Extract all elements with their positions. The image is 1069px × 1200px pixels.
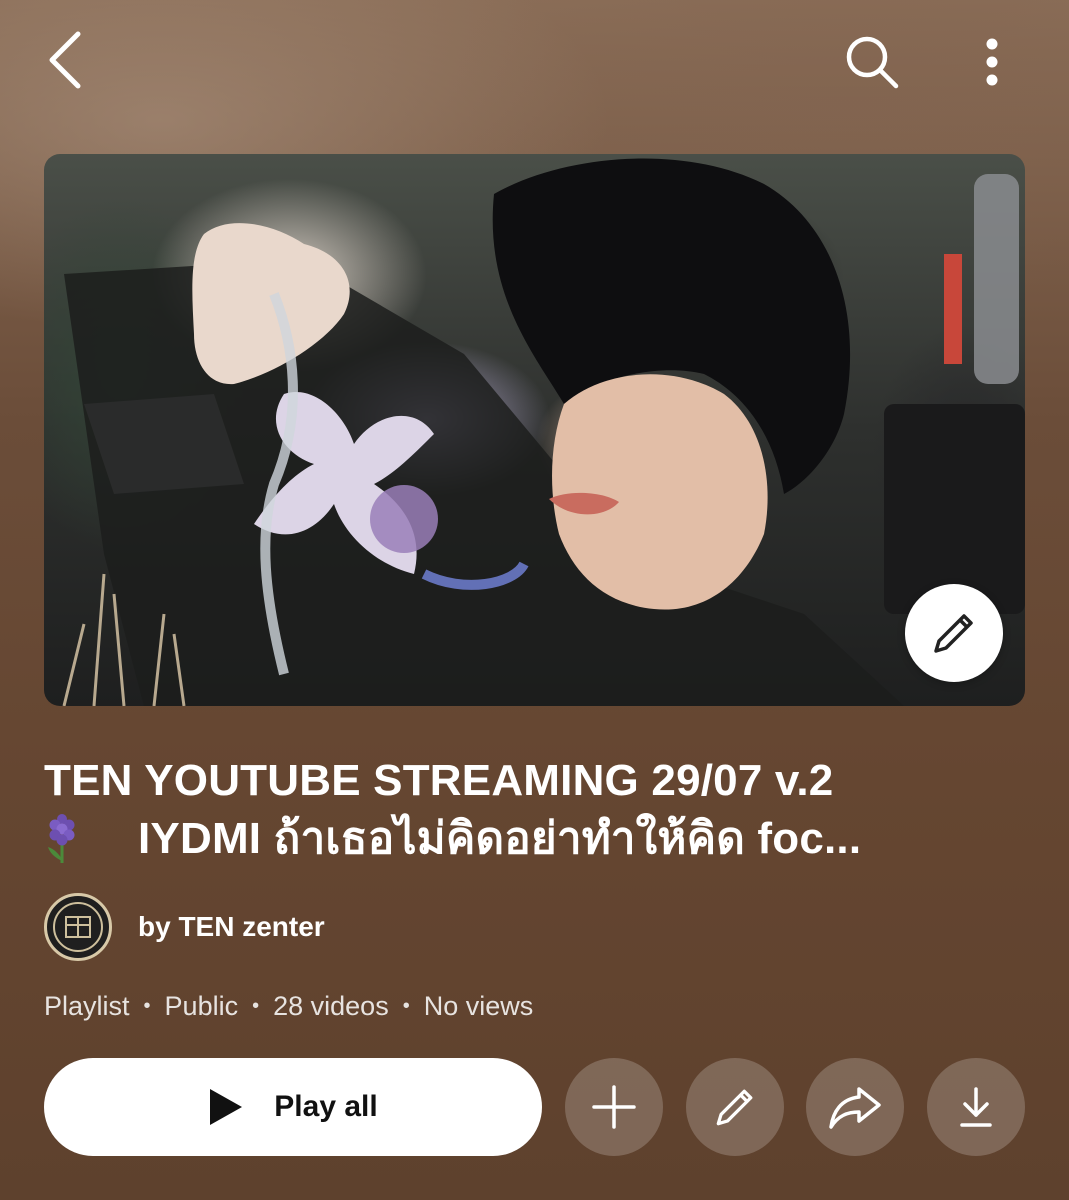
meta-views: No views xyxy=(423,990,534,1021)
meta-separator: • xyxy=(402,994,410,1017)
play-all-label: Play all xyxy=(274,1090,378,1123)
plus-icon xyxy=(592,1085,636,1129)
playlist-thumbnail[interactable] xyxy=(44,154,1025,706)
meta-separator: • xyxy=(252,994,260,1017)
edit-playlist-button[interactable] xyxy=(686,1058,784,1156)
meta-visibility: Public xyxy=(164,990,239,1021)
play-all-button[interactable]: Play all xyxy=(44,1058,542,1156)
more-vertical-icon xyxy=(986,38,998,86)
playlist-meta: Playlist • Public • 28 videos • No views xyxy=(44,986,533,1026)
back-button[interactable] xyxy=(36,24,96,96)
meta-video-count: 28 videos xyxy=(273,990,389,1021)
more-options-button[interactable] xyxy=(962,28,1022,96)
edit-thumbnail-button[interactable] xyxy=(905,584,1003,682)
pencil-icon xyxy=(934,614,973,653)
hyacinth-icon xyxy=(48,814,75,863)
download-icon xyxy=(960,1087,992,1127)
playlist-title: TEN YOUTUBE STREAMING 29/07 v.2 IYDMI ถ้… xyxy=(44,752,1025,868)
add-to-library-button[interactable] xyxy=(565,1058,663,1156)
crest-logo-icon xyxy=(53,902,103,952)
search-icon xyxy=(846,36,899,89)
play-icon xyxy=(208,1087,244,1127)
owner-row[interactable]: by TEN zenter xyxy=(44,890,325,964)
top-bar xyxy=(0,0,1069,130)
title-line-2: IYDMI ถ้าเธอไม่คิดอย่าทำให้คิด foc... xyxy=(138,814,862,863)
download-button[interactable] xyxy=(927,1058,1025,1156)
share-arrow-icon xyxy=(829,1087,881,1129)
meta-type: Playlist xyxy=(44,990,130,1021)
search-button[interactable] xyxy=(838,28,906,96)
channel-avatar[interactable] xyxy=(44,893,112,961)
pencil-icon xyxy=(716,1089,753,1126)
share-button[interactable] xyxy=(806,1058,904,1156)
owner-name[interactable]: by TEN zenter xyxy=(138,911,325,943)
meta-separator: • xyxy=(143,994,151,1017)
chevron-left-icon xyxy=(49,31,81,89)
thumbnail-image xyxy=(62,158,1025,706)
title-line-1: TEN YOUTUBE STREAMING 29/07 v.2 xyxy=(44,756,834,805)
